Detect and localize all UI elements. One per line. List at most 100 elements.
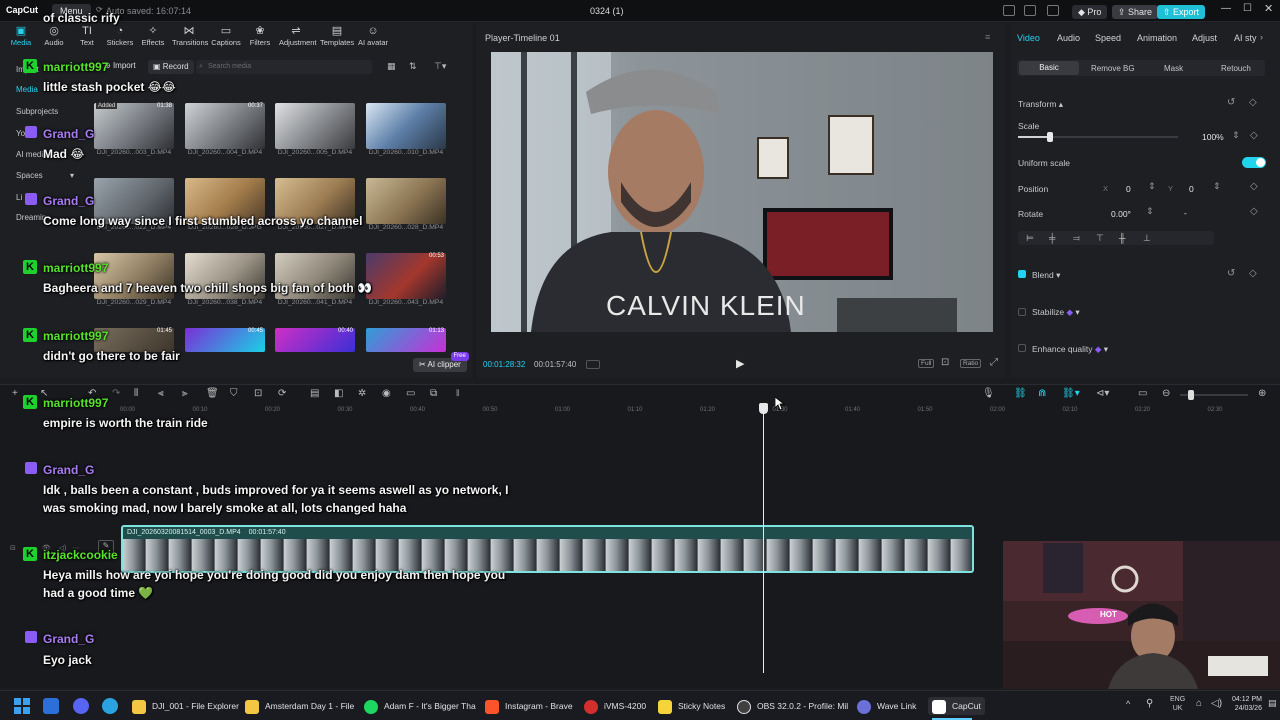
telegram-icon[interactable]	[102, 698, 118, 714]
position-y-stepper-icon[interactable]: ⇕	[1213, 181, 1221, 192]
sidebar-item-library[interactable]: Li	[10, 190, 80, 206]
sidebar-item-dreamina[interactable]: Dreamin	[10, 210, 80, 226]
media-thumbnail[interactable]: DJI_20260...005_D.MP4	[275, 103, 355, 156]
preview-axis-icon[interactable]: ⊲▾	[1096, 388, 1109, 399]
window-layout-icon[interactable]	[1024, 5, 1036, 16]
tool-text[interactable]: TI Text	[70, 24, 104, 47]
grid-view-icon[interactable]: ▦	[387, 61, 396, 72]
ratio-button[interactable]: Ratio	[960, 359, 982, 368]
position-x-value[interactable]: 0	[1126, 184, 1131, 194]
taskbar-file-explorer-2[interactable]: Amsterdam Day 1 - File	[245, 697, 354, 715]
notifications-icon[interactable]: ▤	[1268, 698, 1277, 709]
media-thumbnail[interactable]: DJI_20260...041_D.MP4	[275, 253, 355, 306]
playhead[interactable]	[759, 403, 768, 673]
scale-slider-handle[interactable]	[1047, 132, 1053, 142]
sidebar-item-subprojects[interactable]: Subprojects	[10, 104, 80, 120]
blend-reset-icon[interactable]: ↺	[1227, 268, 1235, 279]
scale-value[interactable]: 100%	[1202, 132, 1224, 142]
picture-in-picture-icon[interactable]: ⧉	[430, 388, 437, 399]
replace-icon[interactable]: ▤	[310, 388, 319, 399]
align-bottom-icon[interactable]: ⊥	[1143, 231, 1151, 245]
align-middle-icon[interactable]: ╫	[1119, 231, 1125, 245]
align-left-icon[interactable]: ⊨	[1026, 231, 1034, 245]
audio-wave-icon[interactable]: ⧚	[456, 388, 460, 399]
discord-icon[interactable]	[73, 698, 89, 714]
shield-icon[interactable]: ⛉	[230, 388, 238, 399]
crop-tool-icon[interactable]: ⊡	[254, 388, 262, 399]
fullscreen-icon[interactable]: ⤢	[990, 357, 998, 368]
ai-clipper-button[interactable]: ✂ AI clipper Free	[413, 352, 469, 372]
track-more-icon[interactable]: ⋯	[72, 545, 79, 552]
taskbar-wave-link[interactable]: Wave Link	[857, 697, 916, 715]
media-thumbnail[interactable]: DJI_20260...028_D.MP4	[366, 178, 446, 231]
rotate-value[interactable]: 0.00°	[1111, 209, 1131, 219]
undo-icon[interactable]: ↶	[88, 388, 96, 399]
tool-media[interactable]: ▣ Media	[4, 24, 38, 47]
full-quality-button[interactable]: Full	[918, 359, 935, 368]
track-mute-icon[interactable]: ◁)	[59, 545, 67, 552]
split-icon[interactable]: ⫴	[134, 388, 138, 399]
sidebar-item-import[interactable]: Import	[10, 62, 80, 78]
media-thumbnail[interactable]: Added 01:38 DJI_20260...003_D.MP4	[94, 103, 174, 156]
stabilize-checkbox[interactable]	[1018, 308, 1026, 316]
cover-edit-icon[interactable]: ✎	[98, 540, 114, 554]
enhance-section-title[interactable]: Enhance quality ◆ ▾	[1032, 344, 1108, 355]
rotate-stepper-icon[interactable]: ⇕	[1146, 206, 1154, 217]
tool-audio[interactable]: ◎ Audio	[37, 24, 71, 47]
tray-overflow-icon[interactable]: ^	[1126, 699, 1130, 709]
zoom-in-icon[interactable]: ⊕	[1258, 388, 1266, 399]
menu-button[interactable]: Menu	[52, 4, 91, 18]
transform-section-title[interactable]: Transform ▴	[1018, 99, 1063, 110]
select-tool-icon[interactable]: ↖	[40, 388, 48, 399]
blend-section-title[interactable]: Blend ▾	[1032, 270, 1060, 281]
play-button[interactable]: ▶	[736, 357, 744, 370]
caption-track-icon[interactable]: ▭	[1138, 388, 1147, 399]
scale-keyframe-icon[interactable]: ◇	[1250, 130, 1258, 141]
align-right-icon[interactable]: ⫤	[1073, 231, 1080, 245]
captions-tool-icon[interactable]: ▭	[406, 388, 415, 399]
filter-icon[interactable]: ⊤▾	[434, 61, 446, 72]
taskbar-file-explorer-1[interactable]: DJI_001 - File Explorer	[132, 697, 239, 715]
fullscreen-layout-icon[interactable]	[1047, 5, 1059, 16]
keyframe-icon[interactable]: ◇	[1249, 97, 1257, 108]
sort-icon[interactable]: ⇅	[409, 61, 417, 72]
track-visibility-icon[interactable]: 👁	[42, 545, 51, 552]
subtab-retouch[interactable]: Retouch	[1221, 64, 1251, 73]
close-icon[interactable]: ✕	[1264, 2, 1273, 15]
stabilize-section-title[interactable]: Stabilize ◆ ▾	[1032, 307, 1080, 318]
timeline-ruler[interactable]: 00:00 00:10 00:20 00:30 00:40 00:50 01:00 01:10…	[120, 405, 1280, 417]
video-clip[interactable]: DJI_20260320081514_0003_D.MP4 00:01:57:4…	[121, 525, 974, 573]
minimize-icon[interactable]: —	[1221, 3, 1231, 14]
uniform-scale-toggle[interactable]	[1242, 157, 1266, 168]
blend-checkbox[interactable]	[1018, 270, 1026, 278]
tab-adjust[interactable]: Adjust	[1192, 33, 1217, 43]
align-center-icon[interactable]: ╪	[1049, 231, 1055, 245]
tool-effects[interactable]: ✧ Effects	[136, 24, 170, 47]
tool-templates[interactable]: ▤ Templates	[320, 24, 354, 47]
export-button[interactable]: ⇧ Export	[1157, 5, 1206, 19]
share-button[interactable]: ⇪ Share	[1112, 5, 1159, 19]
microphone-icon[interactable]: 🎙	[982, 388, 995, 399]
blend-keyframe-icon[interactable]: ◇	[1249, 268, 1257, 279]
sidebar-item-yours[interactable]: Yo	[10, 126, 80, 142]
tool-filters[interactable]: ❀ Filters	[243, 24, 277, 47]
sidebar-item-media[interactable]: Media	[10, 82, 80, 98]
taskbar-brave[interactable]: Instagram - Brave	[485, 697, 573, 715]
zoom-out-icon[interactable]: ⊖	[1162, 388, 1170, 399]
video-preview[interactable]: CALVIN KLEIN	[491, 52, 993, 332]
tool-ai-avatar[interactable]: ☺ AI avatar	[356, 24, 390, 47]
delete-icon[interactable]: 🗑	[206, 388, 219, 399]
mirror-icon[interactable]: ◧	[334, 388, 343, 399]
track-lock-icon[interactable]: ⊟	[10, 545, 16, 552]
crop-icon[interactable]: ⊡	[941, 357, 949, 368]
add-track-icon[interactable]: +	[12, 388, 18, 399]
input-language[interactable]: ENG UK	[1170, 695, 1185, 713]
tab-ai-style[interactable]: AI sty	[1234, 33, 1257, 43]
record-button[interactable]: ▣ Record	[148, 60, 194, 74]
layout-icon[interactable]	[1003, 5, 1015, 16]
split-left-icon[interactable]: ⫷	[158, 388, 164, 399]
align-top-icon[interactable]: ⊤	[1096, 231, 1104, 245]
media-thumbnail[interactable]: 00:40	[275, 328, 355, 352]
redo-icon[interactable]: ↷	[112, 388, 120, 399]
smart-cut-icon[interactable]: ✲	[358, 388, 366, 399]
